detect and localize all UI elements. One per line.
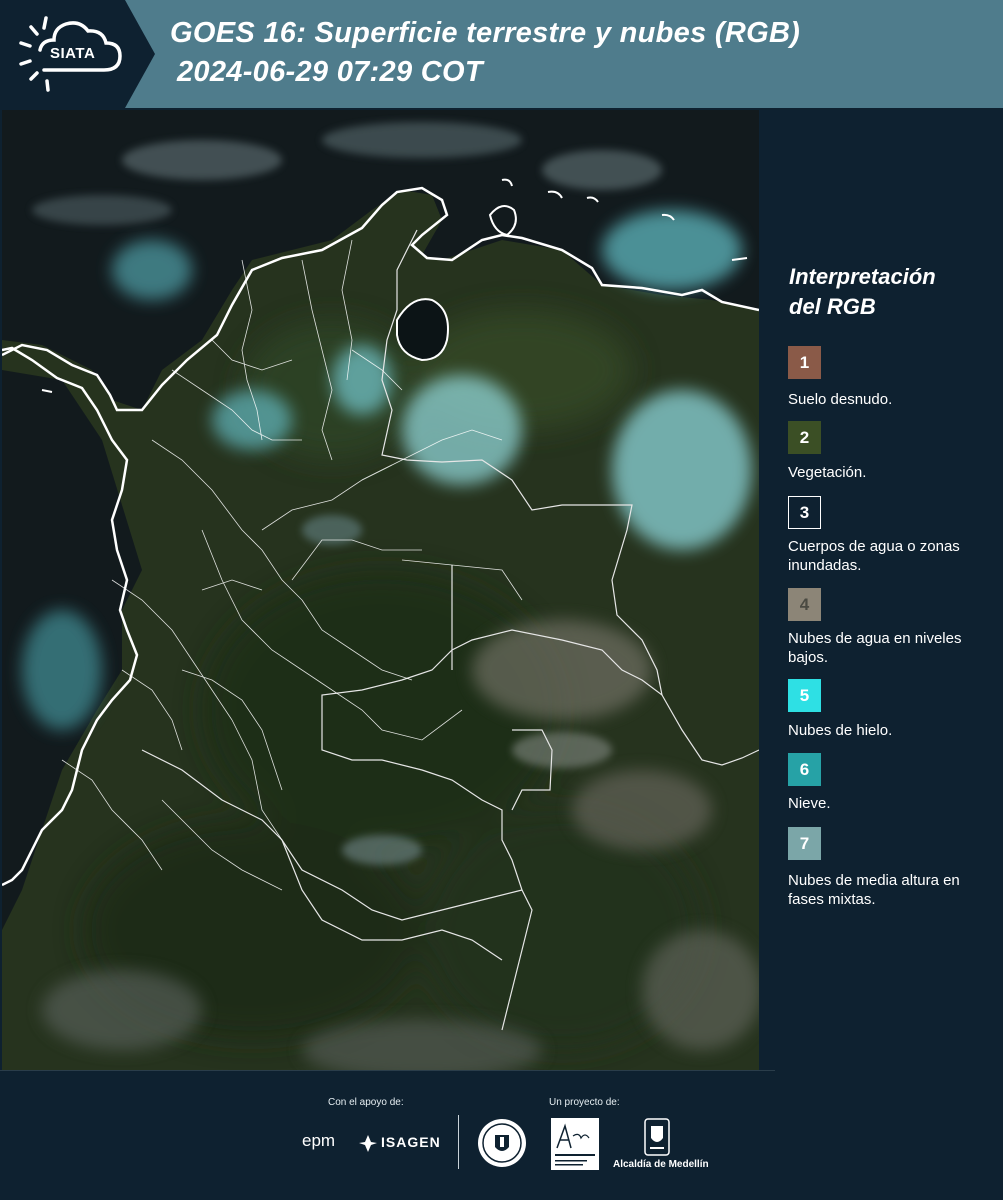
header: SIATA GOES 16: Superficie terrestre y nu… bbox=[0, 0, 1003, 108]
legend-title-line2: del RGB bbox=[789, 294, 876, 319]
footer-divider bbox=[0, 1070, 775, 1071]
footer-vertical-divider bbox=[458, 1115, 459, 1169]
legend-label-3: Cuerpos de agua o zonas inundadas. bbox=[788, 538, 960, 574]
legend-swatch-7: 7 bbox=[788, 827, 821, 860]
alcaldia-shield-icon bbox=[644, 1118, 670, 1156]
legend-label-6: Nieve. bbox=[788, 795, 831, 812]
legend-label-1: Suelo desnudo. bbox=[788, 391, 893, 408]
legend-title: Interpretación bbox=[789, 264, 936, 289]
medellin-seal-icon[interactable] bbox=[477, 1117, 527, 1169]
siata-logo[interactable]: SIATA bbox=[0, 0, 155, 108]
lake-maracaibo bbox=[396, 298, 449, 362]
legend-label-5: Nubes de hielo. bbox=[788, 722, 893, 739]
isagen-logo[interactable]: ISAGEN bbox=[381, 1134, 441, 1150]
epm-logo[interactable]: epm bbox=[302, 1131, 335, 1151]
alcaldia-label[interactable]: Alcaldía de Medellín bbox=[613, 1159, 709, 1170]
legend-swatch-1: 1 bbox=[788, 346, 821, 379]
legend-swatch-3: 3 bbox=[788, 496, 821, 529]
legend-label-4: Nubes de agua en niveles bajos. bbox=[788, 630, 962, 666]
area-metropolitana-logo[interactable] bbox=[551, 1118, 599, 1170]
page-title: GOES 16: Superficie terrestre y nubes (R… bbox=[170, 17, 801, 49]
legend-swatch-4: 4 bbox=[788, 588, 821, 621]
timestamp: 2024-06-29 07:29 COT bbox=[177, 56, 483, 88]
support-label: Con el apoyo de: bbox=[328, 1097, 404, 1108]
isagen-icon bbox=[359, 1135, 377, 1152]
map-canvas bbox=[2, 110, 759, 1070]
legend-swatch-6: 6 bbox=[788, 753, 821, 786]
legend-swatch-5: 5 bbox=[788, 679, 821, 712]
satellite-map[interactable] bbox=[2, 110, 759, 1070]
legend-swatch-2: 2 bbox=[788, 421, 821, 454]
project-label: Un proyecto de: bbox=[549, 1097, 620, 1108]
logo-text: SIATA bbox=[50, 45, 96, 62]
legend-label-7: Nubes de media altura en fases mixtas. bbox=[788, 872, 960, 908]
legend-label-2: Vegetación. bbox=[788, 464, 867, 481]
